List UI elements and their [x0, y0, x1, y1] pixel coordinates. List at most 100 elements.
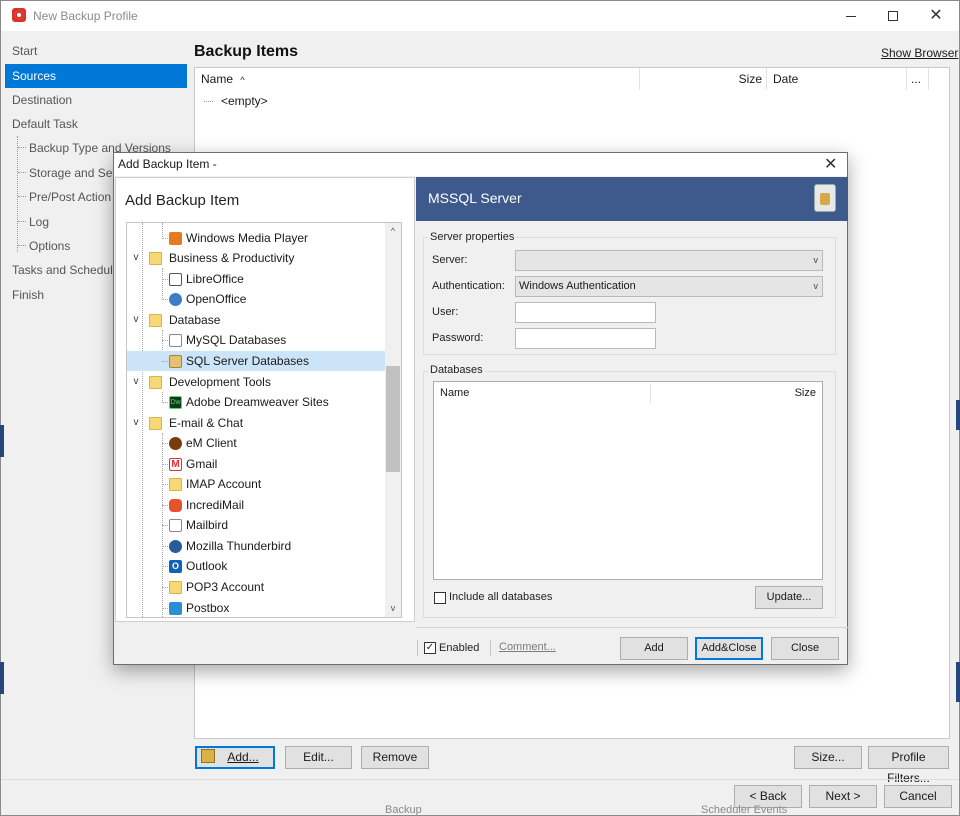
include-all-label: Include all databases [449, 591, 553, 603]
tree-item-dreamweaver[interactable]: Dw Adobe Dreamweaver Sites [127, 392, 385, 412]
folder-icon [149, 376, 162, 389]
empty-placeholder: <empty> [204, 94, 268, 108]
tree-item-mysql[interactable]: MySQL Databases [127, 330, 385, 350]
tree-item-postbox[interactable]: Postbox [127, 598, 385, 617]
app-logo-icon [12, 8, 26, 22]
checkmark-icon: ✓ [425, 642, 435, 653]
chevron-down-icon[interactable]: v [130, 310, 142, 330]
chevron-down-icon: v [813, 255, 819, 265]
folder-icon [149, 314, 162, 327]
add-button[interactable]: Add [620, 637, 688, 660]
maximize-icon [888, 11, 898, 22]
tree-item-windows-media-player[interactable]: Windows Media Player [127, 228, 385, 248]
document-icon [169, 273, 182, 286]
close-icon: ✕ [929, 7, 943, 24]
dialog-close-button[interactable]: ✕ [824, 154, 837, 174]
tree-folder-development[interactable]: v Development Tools [127, 372, 385, 392]
gmail-icon: M [169, 458, 182, 471]
maximize-button[interactable] [871, 1, 915, 31]
tree-item-libreoffice[interactable]: LibreOffice [127, 269, 385, 289]
openoffice-icon [169, 293, 182, 306]
tree-item-thunderbird[interactable]: Mozilla Thunderbird [127, 536, 385, 556]
sql-server-icon [814, 184, 836, 212]
background-window-edge [956, 400, 960, 430]
password-input[interactable] [515, 328, 656, 349]
db-column-size[interactable]: Size [795, 387, 816, 399]
comment-link[interactable]: Comment... [499, 641, 556, 653]
window-title: New Backup Profile [33, 9, 138, 23]
tree-item-incredimail[interactable]: IncrediMail [127, 495, 385, 515]
authentication-label: Authentication: [432, 280, 505, 292]
tree-item-pop3[interactable]: POP3 Account [127, 577, 385, 597]
chevron-down-icon[interactable]: v [130, 248, 142, 268]
edit-item-button[interactable]: Edit... [285, 746, 352, 769]
chevron-down-icon[interactable]: v [130, 372, 142, 392]
mysql-icon [169, 334, 182, 347]
add-and-close-button[interactable]: Add&Close [695, 637, 763, 660]
close-button[interactable]: Close [771, 637, 839, 660]
user-label: User: [432, 306, 459, 318]
enabled-checkbox[interactable]: ✓ [424, 642, 436, 654]
tree-folder-email[interactable]: v E-mail & Chat [127, 413, 385, 433]
tree-item-openoffice[interactable]: OpenOffice [127, 289, 385, 309]
nav-default-task[interactable]: Default Task [5, 112, 187, 136]
user-input[interactable] [515, 302, 656, 323]
item-type-tree[interactable]: Windows Media Player v Business & Produc… [126, 222, 402, 618]
column-more[interactable]: ... [907, 68, 929, 90]
minimize-button[interactable] [829, 1, 873, 31]
dialog-footer-divider [416, 627, 848, 628]
tree-scrollbar[interactable]: ^ v [385, 223, 401, 617]
show-browser-link[interactable]: Show Browser [881, 46, 958, 60]
tree-item-outlook[interactable]: O Outlook [127, 556, 385, 576]
enabled-label: Enabled [439, 642, 480, 654]
incredimail-icon [169, 499, 182, 512]
page-title: Backup Items [194, 43, 299, 60]
background-window-edge [956, 662, 960, 702]
remove-item-button[interactable]: Remove [361, 746, 429, 769]
item-type-title: Add Backup Item [125, 192, 240, 209]
password-label: Password: [432, 332, 484, 344]
windows-media-player-icon [169, 232, 182, 245]
tree-folder-database[interactable]: v Database [127, 310, 385, 330]
tree-item-imap[interactable]: IMAP Account [127, 474, 385, 494]
next-button[interactable]: Next > [809, 785, 877, 808]
tree-item-em-client[interactable]: eM Client [127, 433, 385, 453]
item-type-pane: Add Backup Item Windows Media Player v B… [115, 177, 415, 622]
nav-start[interactable]: Start [5, 39, 187, 63]
outlook-icon: O [169, 560, 182, 573]
column-date[interactable]: Date [767, 68, 907, 90]
db-column-name[interactable]: Name [440, 387, 469, 399]
authentication-combo[interactable]: Windows Authentication v [515, 276, 823, 297]
chevron-down-icon[interactable]: v [130, 413, 142, 433]
update-button[interactable]: Update... [755, 586, 823, 609]
background-text-left: Backup [385, 804, 422, 816]
scroll-thumb[interactable] [386, 366, 400, 472]
tree-item-mailbird[interactable]: Mailbird [127, 515, 385, 535]
cancel-button[interactable]: Cancel [884, 785, 952, 808]
databases-list[interactable]: Name Size [433, 381, 823, 580]
title-bar: New Backup Profile ✕ [1, 1, 959, 31]
chevron-down-icon: v [813, 281, 819, 291]
add-item-button[interactable]: Add... [195, 746, 275, 769]
mail-folder-icon [169, 478, 182, 491]
thunderbird-icon [169, 540, 182, 553]
footer-divider [1, 779, 959, 780]
nav-destination[interactable]: Destination [5, 88, 187, 112]
column-size[interactable]: Size [640, 68, 767, 90]
databases-label: Databases [428, 364, 485, 376]
size-button[interactable]: Size... [794, 746, 862, 769]
window-close-button[interactable]: ✕ [914, 1, 958, 31]
include-all-checkbox[interactable] [434, 592, 446, 604]
tree-item-gmail[interactable]: M Gmail [127, 454, 385, 474]
nav-sources[interactable]: Sources [5, 64, 187, 88]
tree-item-sql-server[interactable]: SQL Server Databases [127, 351, 385, 371]
server-combo[interactable]: v [515, 250, 823, 271]
mail-folder-icon [169, 581, 182, 594]
scroll-up-icon[interactable]: ^ [385, 223, 401, 240]
add-item-icon [201, 749, 215, 763]
tree-folder-business[interactable]: v Business & Productivity [127, 248, 385, 268]
profile-filters-button[interactable]: Profile Filters... [868, 746, 949, 785]
add-backup-item-dialog: Add Backup Item - ✕ Add Backup Item Wind… [113, 152, 848, 665]
scroll-down-icon[interactable]: v [385, 600, 401, 617]
column-name[interactable]: Name ^ [195, 68, 640, 90]
